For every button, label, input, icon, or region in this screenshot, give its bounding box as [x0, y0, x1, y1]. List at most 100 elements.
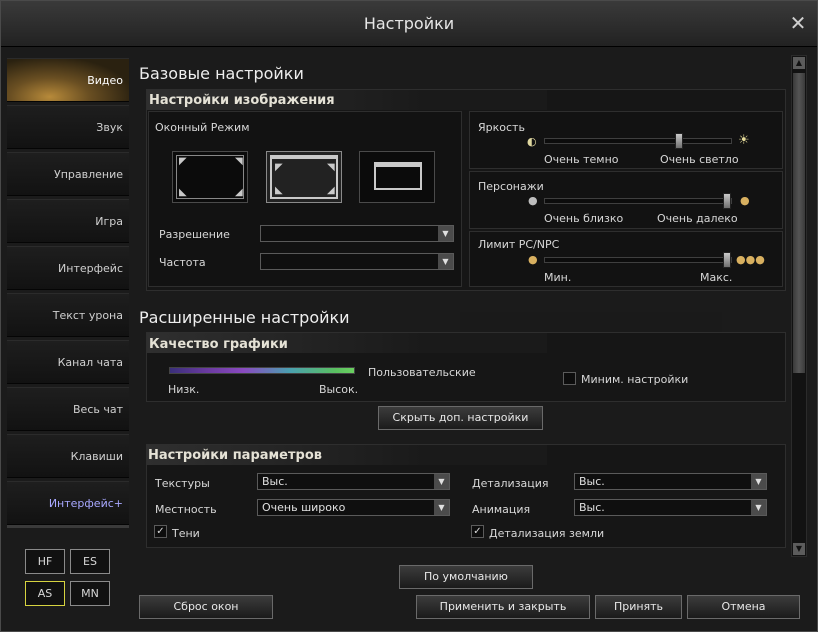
basic-settings-heading: Базовые настройки	[139, 64, 304, 83]
person-icon: ●	[528, 253, 538, 266]
window-icon	[374, 162, 422, 190]
frequency-select[interactable]: ▼	[260, 253, 454, 270]
sidebar-item-all-chat[interactable]: Весь чат	[7, 387, 129, 431]
scrollbar-thumb[interactable]	[793, 73, 805, 373]
sidebar-item-video[interactable]: Видео	[7, 58, 129, 102]
min-settings-label: Миним. настройки	[581, 373, 689, 386]
person-icon: ●	[528, 194, 538, 207]
pc-limit-slider-thumb[interactable]	[723, 252, 731, 268]
mode-borderless-button[interactable]: ◤ ◥ ◣ ◢	[266, 151, 342, 203]
sidebar-item-damage-text[interactable]: Текст урона	[7, 293, 129, 337]
arrow-ne-icon: ◥	[327, 162, 335, 173]
resolution-select[interactable]: ▼	[260, 225, 454, 242]
sidebar-item-controls[interactable]: Управление	[7, 152, 129, 196]
pc-limit-slider[interactable]	[544, 252, 732, 268]
sidebar-item-game[interactable]: Игра	[7, 199, 129, 243]
animation-select[interactable]: Выс. ▼	[574, 499, 767, 516]
window-mode-label: Оконный Режим	[155, 121, 250, 134]
sidebar-item-interface[interactable]: Интерфейс	[7, 246, 129, 290]
sidebar-item-keys[interactable]: Клавиши	[7, 434, 129, 478]
mode-windowed-button[interactable]	[359, 151, 435, 203]
ground-detail-checkbox[interactable]: ✓	[471, 525, 484, 538]
mini-button-as[interactable]: AS	[25, 581, 65, 606]
mode-fullscreen-button[interactable]: ◤ ◥ ◣ ◢	[172, 151, 248, 203]
cancel-button[interactable]: Отмена	[687, 595, 800, 619]
half-moon-icon: ◐	[527, 135, 537, 148]
min-settings-checkbox[interactable]	[563, 372, 576, 385]
shadows-label: Тени	[172, 527, 200, 540]
textures-label: Текстуры	[155, 477, 210, 490]
sidebar-item-sound[interactable]: Звук	[7, 105, 129, 149]
sidebar-item-interface-plus[interactable]: Интерфейс+	[7, 481, 129, 525]
sidebar-item-chat-channel[interactable]: Канал чата	[7, 340, 129, 384]
arrow-sw-icon: ◣	[179, 187, 187, 198]
arrow-nw-icon: ◤	[275, 162, 283, 173]
detail-value: Выс.	[579, 475, 605, 488]
textures-select[interactable]: Выс. ▼	[257, 473, 450, 490]
mini-button-es[interactable]: ES	[70, 549, 110, 574]
textures-value: Выс.	[262, 475, 288, 488]
chevron-down-icon[interactable]: ▼	[434, 474, 449, 489]
content-scrollbar[interactable]: ▲ ▼	[791, 55, 807, 557]
detail-select[interactable]: Выс. ▼	[574, 473, 767, 490]
hide-extra-settings-button[interactable]: Скрыть доп. настройки	[378, 406, 543, 430]
chevron-down-icon[interactable]: ▼	[434, 500, 449, 515]
animation-label: Анимация	[472, 503, 531, 516]
window-title: Настройки	[363, 14, 455, 33]
chevron-down-icon[interactable]: ▼	[751, 474, 766, 489]
terrain-value: Очень широко	[262, 501, 346, 514]
arrow-ne-icon: ◥	[235, 156, 243, 167]
params-heading: Настройки параметров	[148, 448, 322, 463]
detail-label: Детализация	[472, 477, 549, 490]
arrow-se-icon: ◢	[235, 187, 243, 198]
characters-slider-thumb[interactable]	[723, 193, 731, 209]
apply-close-button[interactable]: Применить и закрыть	[416, 595, 590, 619]
brightness-max-label: Очень светло	[660, 153, 739, 166]
scroll-up-icon[interactable]: ▲	[793, 57, 805, 69]
arrow-sw-icon: ◣	[275, 185, 283, 196]
sidebar: Видео Звук Управление Игра Интерфейс Тек…	[7, 58, 129, 528]
pc-limit-label: Лимит PC/NPC	[478, 238, 560, 251]
quality-low-label: Низк.	[168, 383, 200, 396]
arrow-nw-icon: ◤	[179, 156, 187, 167]
arrow-se-icon: ◢	[327, 185, 335, 196]
group-icon: ●●●	[736, 253, 765, 266]
quality-heading: Качество графики	[149, 337, 288, 352]
decorative-bar	[460, 312, 722, 332]
characters-label: Персонажи	[478, 180, 544, 193]
person-icon: ●	[740, 194, 750, 207]
characters-min-label: Очень близко	[544, 212, 624, 225]
resolution-label: Разрешение	[159, 228, 230, 241]
title-bar: Настройки ✕	[1, 1, 817, 47]
chevron-down-icon[interactable]: ▼	[751, 500, 766, 515]
accept-button[interactable]: Принять	[595, 595, 682, 619]
terrain-select[interactable]: Очень широко ▼	[257, 499, 450, 516]
reset-windows-button[interactable]: Сброс окон	[139, 595, 273, 619]
settings-window: Настройки ✕ Видео Звук Управление Игра И…	[0, 0, 818, 632]
characters-slider[interactable]	[544, 193, 732, 209]
brightness-slider-thumb[interactable]	[675, 133, 683, 149]
pc-limit-min-label: Мин.	[544, 271, 572, 284]
brightness-slider[interactable]	[544, 133, 732, 149]
image-settings-heading: Настройки изображения	[149, 93, 335, 108]
chevron-down-icon[interactable]: ▼	[438, 226, 453, 241]
brightness-min-label: Очень темно	[544, 153, 619, 166]
sidebar-divider	[7, 525, 129, 528]
default-button[interactable]: По умолчанию	[399, 565, 533, 589]
quality-gradient-slider[interactable]	[169, 367, 355, 374]
quality-high-label: Высок.	[319, 383, 359, 396]
characters-max-label: Очень далеко	[657, 212, 738, 225]
chevron-down-icon[interactable]: ▼	[438, 254, 453, 269]
brightness-label: Яркость	[478, 121, 525, 134]
shadows-checkbox[interactable]: ✓	[154, 525, 167, 538]
animation-value: Выс.	[579, 501, 605, 514]
mini-button-hf[interactable]: HF	[25, 549, 65, 574]
close-icon[interactable]: ✕	[787, 12, 809, 34]
quality-preset-label: Пользовательские	[368, 366, 476, 379]
sun-icon: ☀	[738, 133, 750, 148]
frequency-label: Частота	[159, 256, 206, 269]
advanced-settings-heading: Расширенные настройки	[139, 308, 350, 327]
scroll-down-icon[interactable]: ▼	[793, 543, 805, 555]
mini-button-mn[interactable]: MN	[70, 581, 110, 606]
ground-detail-label: Детализация земли	[489, 527, 605, 540]
